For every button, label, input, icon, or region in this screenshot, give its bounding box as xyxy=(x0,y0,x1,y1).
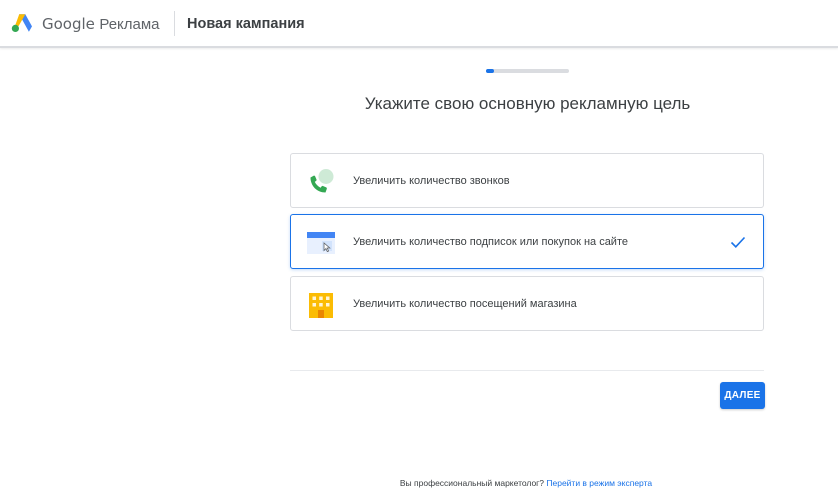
website-icon xyxy=(307,232,335,254)
step-progress-bar xyxy=(486,69,569,73)
expert-mode-link[interactable]: Перейти в режим эксперта xyxy=(546,478,652,488)
goal-option-label: Увеличить количество подписок или покупо… xyxy=(353,236,628,248)
goal-heading: Укажите свою основную рекламную цель xyxy=(364,94,691,113)
goal-option-calls[interactable]: Увеличить количество звонков xyxy=(290,153,764,208)
header-divider xyxy=(174,11,175,36)
footer-question: Вы профессиональный маркетолог? xyxy=(399,478,545,488)
goal-option-label: Увеличить количество звонков xyxy=(353,175,510,187)
goal-option-store-visits[interactable]: Увеличить количество посещений магазина xyxy=(290,276,764,331)
step-progress-fill xyxy=(486,69,495,73)
phone-icon xyxy=(310,169,334,193)
goal-option-website[interactable]: Увеличить количество подписок или покупо… xyxy=(290,214,764,269)
expert-mode-footer: Вы профессиональный маркетолог? Перейти … xyxy=(0,477,838,489)
brand-name: Google Реклама xyxy=(42,14,160,35)
brand-google-text: Google xyxy=(42,15,95,33)
top-app-bar: Google Реклама Новая кампания xyxy=(0,0,838,48)
page-title: Новая кампания xyxy=(187,16,305,32)
new-campaign-page: Google Реклама Новая кампания Укажите св… xyxy=(0,0,838,489)
store-icon xyxy=(309,293,333,318)
google-ads-logo-icon[interactable] xyxy=(11,13,33,33)
goal-option-label: Увеличить количество посещений магазина xyxy=(353,298,577,310)
brand-product-text: Реклама xyxy=(99,16,160,33)
content-divider xyxy=(290,370,764,371)
checkmark-icon xyxy=(730,236,746,248)
next-button[interactable]: ДАЛЕЕ xyxy=(720,382,765,409)
